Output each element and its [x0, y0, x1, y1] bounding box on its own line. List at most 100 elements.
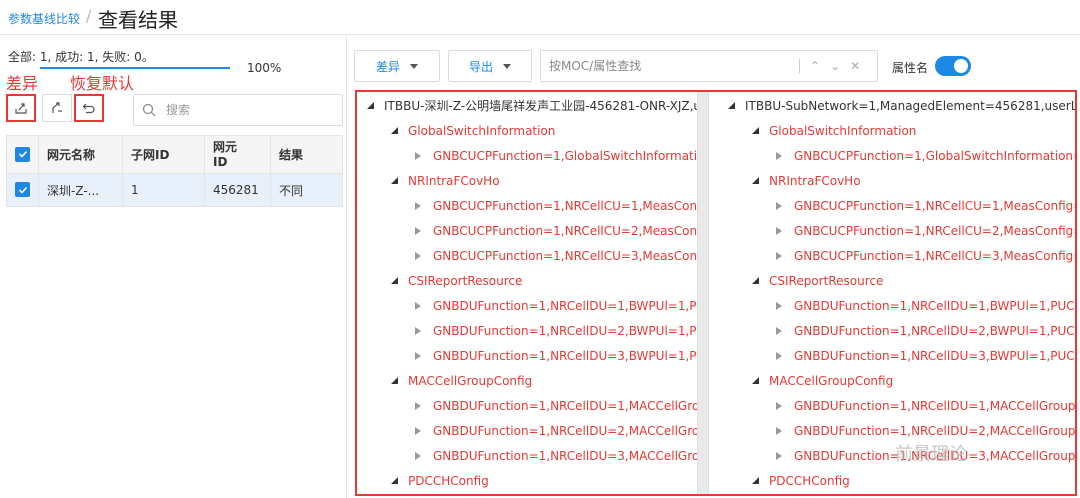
ne-search-input[interactable] — [166, 103, 326, 117]
tree-moc-node[interactable]: GlobalSwitchInformation — [357, 118, 555, 143]
expand-arrow-icon[interactable] — [415, 226, 421, 235]
col-ne-id-line1: 网元 — [213, 139, 238, 154]
restore-default-button[interactable] — [74, 94, 104, 122]
expand-arrow-icon[interactable] — [776, 401, 782, 410]
find-prev-icon[interactable]: ⌃ — [810, 59, 820, 73]
tree-instance-node[interactable]: GNBCUCPFunction=1,NRCellCU=2,MeasConfig= — [718, 218, 1075, 243]
select-all-cell[interactable] — [6, 135, 39, 174]
collapse-arrow-icon[interactable] — [752, 177, 759, 184]
collapse-arrow-icon[interactable] — [752, 277, 759, 284]
collapse-arrow-icon[interactable] — [752, 377, 759, 384]
annotation-restore-label: 恢复默认 — [70, 74, 135, 93]
tree-instance-node[interactable]: GNBDUFunction=1,NRCellDU=3,BWPUl=1,PUCC — [357, 343, 697, 368]
collapse-arrow-icon[interactable] — [728, 102, 735, 109]
tree-instance-node-label: GNBDUFunction=1,NRCellDU=3,BWPUl=1,PUCC — [433, 348, 697, 363]
row-checkbox[interactable] — [15, 182, 30, 198]
col-subnet-id[interactable]: 子网ID — [122, 135, 205, 174]
expand-arrow-icon[interactable] — [776, 351, 782, 360]
cell-ne-id: 456281 — [204, 173, 271, 207]
expand-arrow-icon[interactable] — [415, 401, 421, 410]
ne-search-box[interactable] — [133, 94, 343, 126]
table-header-row: 网元名称 子网ID 网元 ID 结果 — [6, 135, 343, 174]
collapse-arrow-icon[interactable] — [367, 102, 374, 109]
expand-arrow-icon[interactable] — [776, 201, 782, 210]
expand-arrow-icon[interactable] — [776, 301, 782, 310]
collapse-arrow-icon[interactable] — [391, 177, 398, 184]
tree-root-node[interactable]: ITBBU-SubNetwork=1,ManagedElement=456281… — [718, 93, 1075, 118]
collapse-arrow-icon[interactable] — [752, 127, 759, 134]
tree-instance-node[interactable]: GNBDUFunction=1,NRCellDU=1,BWPUl=1,PUCC — [718, 293, 1075, 318]
pane-gap — [709, 92, 718, 494]
moc-find-input[interactable] — [549, 59, 799, 73]
expand-arrow-icon[interactable] — [415, 351, 421, 360]
tree-moc-node[interactable]: MACCellGroupConfig — [718, 368, 893, 393]
collapse-arrow-icon[interactable] — [391, 477, 398, 484]
table-row[interactable]: 深圳-Z-... 1 456281 不同 — [6, 173, 343, 207]
tree-instance-node[interactable]: GNBDUFunction=1,NRCellDU=1,MACCellGroupC — [718, 393, 1075, 418]
col-ne-id-line2: ID — [213, 154, 228, 169]
tree-instance-node[interactable]: GNBCUCPFunction=1,GlobalSwitchInformatio… — [357, 143, 697, 168]
tree-instance-node[interactable]: GNBCUCPFunction=1,NRCellCU=1,MeasConfig= — [357, 193, 697, 218]
progress-bar — [40, 67, 230, 69]
col-ne-name[interactable]: 网元名称 — [38, 135, 123, 174]
expand-arrow-icon[interactable] — [415, 426, 421, 435]
tree-moc-node[interactable]: PDCCHConfig — [357, 468, 489, 493]
collapse-arrow-icon[interactable] — [752, 477, 759, 484]
expand-arrow-icon[interactable] — [776, 426, 782, 435]
expand-arrow-icon[interactable] — [776, 251, 782, 260]
tree-instance-node[interactable]: GNBDUFunction=1,NRCellDU=2,BWPUl=1,PUCC — [357, 318, 697, 343]
row-select-cell[interactable] — [6, 173, 39, 207]
col-result[interactable]: 结果 — [270, 135, 343, 174]
tree-root-node[interactable]: ITBBU-深圳-Z-公明墙尾祥发声工业园-456281-ONR-XJZ,u — [357, 93, 697, 118]
find-next-icon[interactable]: ⌄ — [830, 59, 840, 73]
expand-arrow-icon[interactable] — [776, 151, 782, 160]
diff-filter-dropdown[interactable]: 差异 — [354, 50, 440, 82]
expand-arrow-icon[interactable] — [776, 226, 782, 235]
panel-divider — [346, 34, 347, 498]
export-all-button[interactable] — [42, 94, 72, 122]
expand-arrow-icon[interactable] — [415, 201, 421, 210]
collapse-arrow-icon[interactable] — [391, 277, 398, 284]
find-clear-icon[interactable]: ✕ — [850, 59, 860, 73]
tree-moc-node[interactable]: GlobalSwitchInformation — [718, 118, 916, 143]
tree-instance-node[interactable]: GNBCUCPFunction=1,NRCellCU=3,MeasConfig= — [357, 243, 697, 268]
right-compare-tree[interactable]: ITBBU-SubNetwork=1,ManagedElement=456281… — [718, 92, 1075, 494]
export-diff-button[interactable] — [6, 94, 36, 122]
tree-moc-node[interactable]: NRIntraFCovHo — [357, 168, 500, 193]
expand-arrow-icon[interactable] — [776, 451, 782, 460]
tree-instance-node[interactable]: GNBDUFunction=1,NRCellDU=3,BWPUl=1,PUCC — [718, 343, 1075, 368]
tree-instance-node[interactable]: GNBCUCPFunction=1,NRCellCU=1,MeasConfig= — [718, 193, 1075, 218]
tree-instance-node[interactable]: GNBDUFunction=1,NRCellDU=2,MACCellGroupC — [357, 418, 697, 443]
tree-instance-node[interactable]: GNBCUCPFunction=1,NRCellCU=2,MeasConfig= — [357, 218, 697, 243]
tree-instance-node[interactable]: GNBDUFunction=1,NRCellDU=2,BWPUl=1,PUCC — [718, 318, 1075, 343]
left-compare-tree[interactable]: ITBBU-深圳-Z-公明墙尾祥发声工业园-456281-ONR-XJZ,u Gl… — [357, 92, 697, 494]
tree-moc-node[interactable]: CSIReportResource — [357, 268, 522, 293]
expand-arrow-icon[interactable] — [415, 451, 421, 460]
breadcrumb-link[interactable]: 参数基线比较 — [8, 10, 80, 27]
tree-instance-node[interactable]: GNBDUFunction=1,NRCellDU=1,MACCellGroupC — [357, 393, 697, 418]
expand-arrow-icon[interactable] — [415, 151, 421, 160]
tree-moc-node-label: PDCCHConfig — [408, 473, 489, 488]
tree-moc-node[interactable]: MACCellGroupConfig — [357, 368, 532, 393]
collapse-arrow-icon[interactable] — [391, 377, 398, 384]
expand-arrow-icon[interactable] — [415, 251, 421, 260]
expand-arrow-icon[interactable] — [415, 301, 421, 310]
attr-name-toggle[interactable] — [935, 56, 971, 76]
tree-moc-node[interactable]: NRIntraFCovHo — [718, 168, 861, 193]
col-ne-id[interactable]: 网元 ID — [204, 135, 271, 174]
tree-instance-node[interactable]: GNBDUFunction=1,NRCellDU=3,MACCellGroupC — [357, 443, 697, 468]
collapse-arrow-icon[interactable] — [391, 127, 398, 134]
tree-moc-node[interactable]: PDCCHConfig — [718, 468, 850, 493]
export-dropdown[interactable]: 导出 — [448, 50, 532, 82]
tree-moc-node-label: NRIntraFCovHo — [408, 173, 500, 188]
tree-instance-node[interactable]: GNBCUCPFunction=1,NRCellCU=3,MeasConfig= — [718, 243, 1075, 268]
moc-find-box[interactable]: ⌃ ⌄ ✕ — [540, 50, 878, 82]
select-all-checkbox[interactable] — [15, 146, 30, 162]
tree-moc-node[interactable]: CSIReportResource — [718, 268, 883, 293]
expand-arrow-icon[interactable] — [415, 326, 421, 335]
tree-instance-node[interactable]: GNBDUFunction=1,NRCellDU=1,BWPUl=1,PUCC — [357, 293, 697, 318]
tree-instance-node[interactable]: GNBCUCPFunction=1,GlobalSwitchInformatio… — [718, 143, 1075, 168]
pane-scrollbar[interactable] — [697, 92, 709, 494]
expand-arrow-icon[interactable] — [776, 326, 782, 335]
tree-instance-node-label: GNBCUCPFunction=1,NRCellCU=2,MeasConfig= — [794, 223, 1075, 238]
